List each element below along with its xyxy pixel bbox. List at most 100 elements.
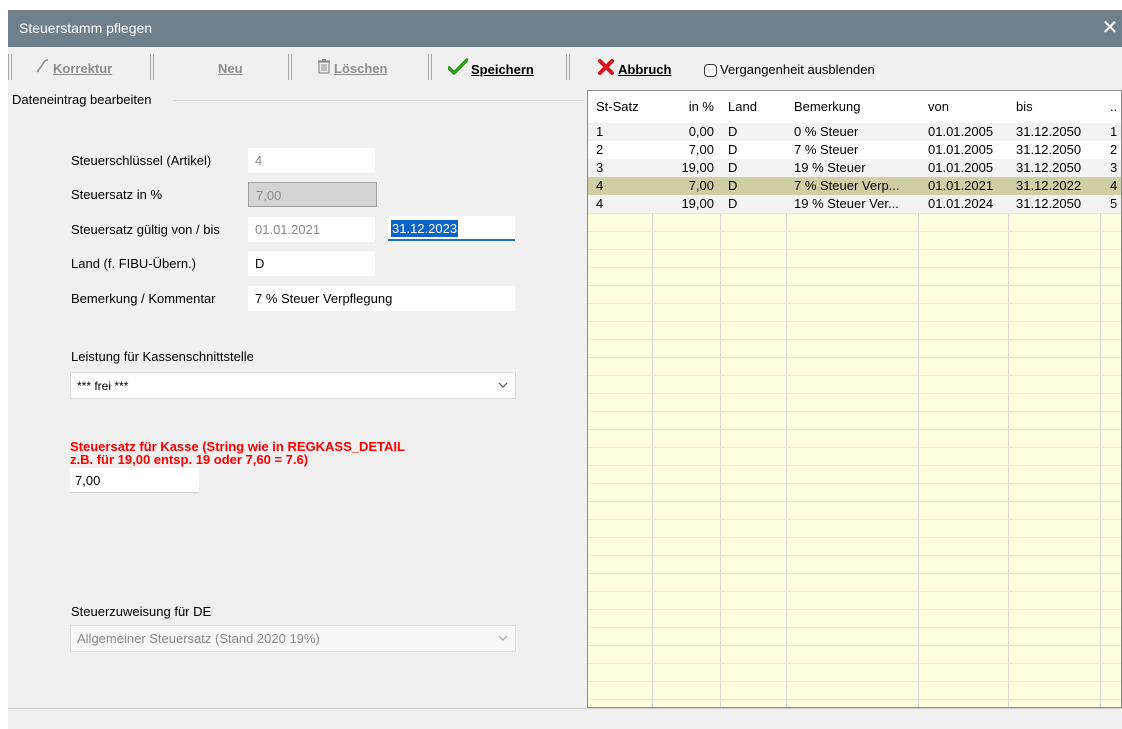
de-assignment-value: Allgemeiner Steuersatz (Stand 2020 19%) <box>77 631 320 646</box>
cell-bis: 31.12.2050 <box>1016 124 1082 139</box>
korrektur-label: Korrektur <box>53 61 113 76</box>
cell-land: D <box>728 178 738 193</box>
cell-bemerkung: 0 % Steuer <box>794 124 859 139</box>
row-divider <box>588 321 1121 322</box>
cell-st-satz: 3 <box>596 160 604 175</box>
column-header-bemerkung[interactable]: Bemerkung <box>794 91 860 123</box>
cell-bis: 31.12.2050 <box>1016 196 1082 211</box>
row-divider <box>588 681 1121 682</box>
cell-percent: 0,00 <box>688 124 714 139</box>
row-divider <box>588 627 1121 628</box>
key-field[interactable]: 4 <box>248 148 375 173</box>
column-header-st-satz[interactable]: St-Satz <box>596 91 639 123</box>
cell-von: 01.01.2005 <box>928 142 994 157</box>
close-icon[interactable]: ✕ <box>1100 14 1120 42</box>
de-assignment-select: Allgemeiner Steuersatz (Stand 2020 19%) <box>70 625 516 652</box>
checkmark-icon <box>447 58 469 83</box>
checkbox-box[interactable] <box>704 64 717 77</box>
row-divider <box>588 699 1121 700</box>
row-divider <box>588 429 1121 430</box>
row-divider <box>588 555 1121 556</box>
cell-bemerkung: 7 % Steuer Verp... <box>794 178 900 193</box>
group-divider <box>174 100 584 101</box>
row-divider <box>588 501 1121 502</box>
delete-label: Löschen <box>334 61 388 76</box>
country-field[interactable]: D <box>248 251 375 276</box>
save-button[interactable]: Speichern <box>447 58 534 83</box>
cash-rate-label: Steuersatz für Kasse (String wie in REGK… <box>70 440 405 466</box>
x-cancel-icon <box>597 58 615 83</box>
status-divider <box>8 708 1122 709</box>
row-divider <box>588 393 1121 394</box>
toolbar-separator <box>288 54 292 80</box>
table-row[interactable]: 4 7,00 D 7 % Steuer Verp... 01.01.2021 31.12.… <box>588 177 1121 195</box>
window-title: Steuerstamm pflegen <box>19 20 153 36</box>
cell-percent: 7,00 <box>688 142 714 157</box>
valid-from-field[interactable]: 01.01.2021 <box>248 217 375 242</box>
row-divider <box>588 591 1121 592</box>
toolbar-separator <box>8 54 12 80</box>
cell-von: 01.01.2005 <box>928 124 994 139</box>
cell-st-satz: 2 <box>596 142 604 157</box>
cell-bis: 31.12.2022 <box>1016 178 1082 193</box>
cell-more: 5 <box>1110 196 1118 211</box>
toolbar-separator <box>428 54 432 80</box>
tax-rate-table[interactable]: St-Satz in % Land Bemerkung von bis .. 1… <box>587 90 1122 708</box>
column-header-land[interactable]: Land <box>728 91 757 123</box>
row-divider <box>588 411 1121 412</box>
row-divider <box>588 285 1121 286</box>
service-label: Leistung für Kassenschnittstelle <box>71 349 254 364</box>
cancel-button[interactable]: Abbruch <box>597 58 671 80</box>
column-header-von[interactable]: von <box>928 91 949 123</box>
row-divider <box>588 357 1121 358</box>
cancel-label: Abbruch <box>618 61 672 77</box>
valid-to-field[interactable]: 31.12.2023 <box>388 216 515 241</box>
key-label: Steuerschlüssel (Artikel) <box>71 153 212 168</box>
group-title: Dateneintrag bearbeiten <box>12 92 154 107</box>
cell-land: D <box>728 142 738 157</box>
row-divider <box>588 249 1121 250</box>
table-row[interactable]: 3 19,00 D 19 % Steuer 01.01.2005 31.12.2050 3 <box>588 159 1121 177</box>
cell-more: 2 <box>1110 142 1118 157</box>
toolbar: Korrektur Neu Löschen Speichern Abbruch <box>8 47 1122 89</box>
row-divider <box>588 483 1121 484</box>
cash-rate-label-line2: z.B. für 19,00 entsp. 19 oder 7,60 = 7.6… <box>70 452 309 467</box>
column-header-bis[interactable]: bis <box>1016 91 1033 123</box>
rate-field: 7,00 <box>248 182 377 207</box>
rate-label: Steuersatz in % <box>71 187 163 202</box>
cell-land: D <box>728 196 738 211</box>
column-header-percent[interactable]: in % <box>654 91 714 123</box>
row-divider <box>588 519 1121 520</box>
wand-icon <box>34 58 50 81</box>
row-divider <box>588 573 1121 574</box>
row-divider <box>588 465 1121 466</box>
delete-button[interactable]: Löschen <box>317 58 387 80</box>
cash-rate-field[interactable]: 7,00 <box>70 468 199 493</box>
cell-land: D <box>728 124 738 139</box>
row-divider <box>588 609 1121 610</box>
comment-field[interactable]: 7 % Steuer Verpflegung <box>248 286 515 311</box>
chevron-down-icon <box>497 373 509 407</box>
row-divider <box>588 267 1121 268</box>
cell-percent: 19,00 <box>681 196 714 211</box>
table-row[interactable]: 2 7,00 D 7 % Steuer 01.01.2005 31.12.2050 2 <box>588 141 1121 159</box>
table-row[interactable]: 4 19,00 D 19 % Steuer Ver... 01.01.2024 31.12… <box>588 195 1121 213</box>
valid-to-value: 31.12.2023 <box>391 220 459 237</box>
hide-past-label: Vergangenheit ausblenden <box>720 62 875 77</box>
cell-more: 4 <box>1110 178 1118 193</box>
cell-percent: 19,00 <box>681 160 714 175</box>
row-divider <box>588 339 1121 340</box>
table-header: St-Satz in % Land Bemerkung von bis .. <box>588 91 1121 124</box>
korrektur-button[interactable]: Korrektur <box>34 58 112 80</box>
service-value: *** frei *** <box>77 379 129 393</box>
new-button[interactable]: Neu <box>218 58 243 80</box>
service-select[interactable]: *** frei *** <box>70 372 516 399</box>
toolbar-separator <box>566 54 570 80</box>
table-row[interactable]: 1 0,00 D 0 % Steuer 01.01.2005 31.12.2050 1 <box>588 123 1121 141</box>
de-assignment-label: Steuerzuweisung für DE <box>71 604 212 619</box>
column-header-more[interactable]: .. <box>1110 91 1117 123</box>
cell-bemerkung: 19 % Steuer Ver... <box>794 196 899 211</box>
row-divider <box>588 213 1121 214</box>
cell-st-satz: 4 <box>596 178 604 193</box>
cell-bemerkung: 7 % Steuer <box>794 142 859 157</box>
